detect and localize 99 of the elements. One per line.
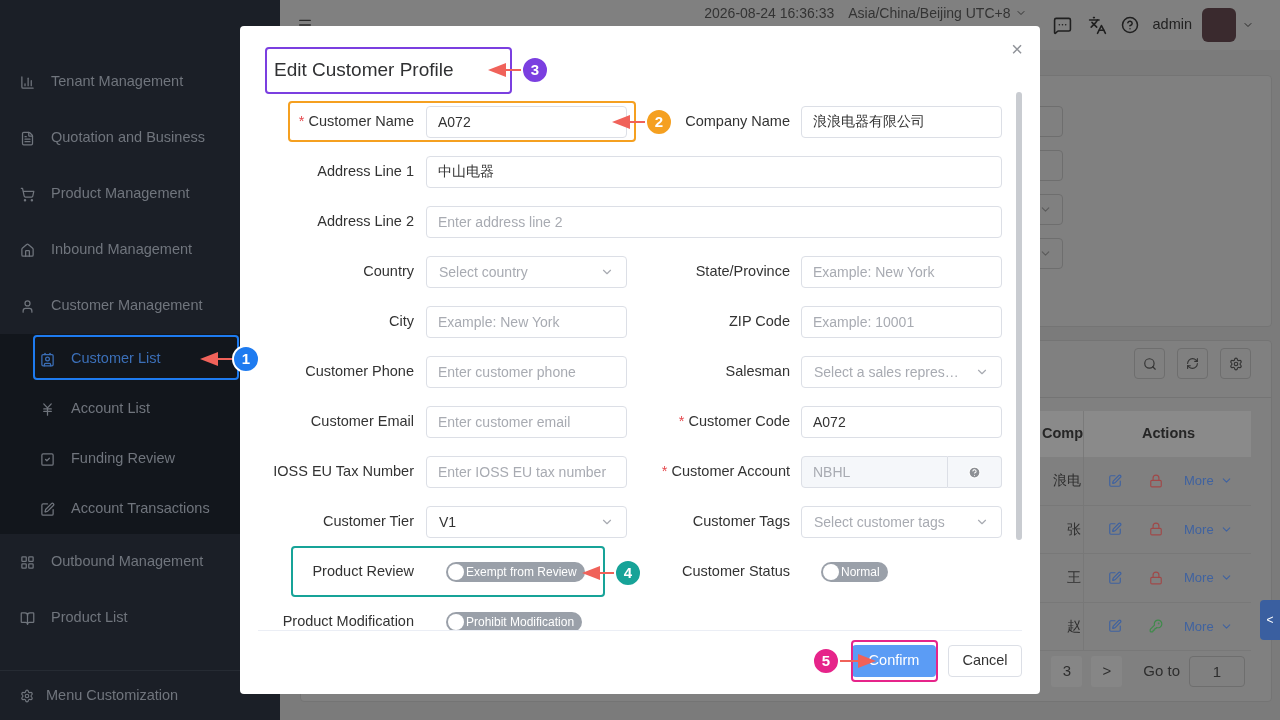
timezone-select[interactable]: Asia/China/Beijing UTC+8	[848, 5, 1027, 21]
book-icon	[20, 610, 35, 626]
contact-icon	[40, 351, 55, 367]
help-icon[interactable]	[1120, 16, 1139, 34]
padlock-icon[interactable]	[1149, 522, 1163, 537]
field-label: Customer Tier	[322, 512, 414, 532]
column-header: Actions	[1083, 411, 1251, 457]
pointer-arrow	[612, 115, 646, 129]
checkbox-icon	[40, 451, 55, 467]
settings-icon	[1228, 356, 1243, 371]
field-label: * Customer Code	[678, 412, 790, 432]
page-button[interactable]: 3	[1051, 656, 1083, 687]
field-label: Customer Email	[310, 412, 414, 432]
sidebar-subitem[interactable]: Account Transactions	[0, 484, 280, 534]
field-label: Product Review	[312, 562, 414, 582]
settings-icon[interactable]	[20, 688, 34, 703]
column-header: Comp	[1041, 424, 1083, 444]
bar-chart-icon	[20, 74, 35, 90]
cancel-button[interactable]: Cancel	[948, 645, 1022, 677]
edit-icon	[40, 501, 55, 517]
user-name[interactable]: admin	[1152, 14, 1192, 36]
table-cell-text: 张	[1066, 519, 1082, 539]
field-label: * Customer Name	[298, 112, 414, 132]
text-field[interactable]: Example: New York	[426, 306, 627, 338]
edit-icon[interactable]	[1108, 619, 1122, 634]
settings-button[interactable]	[1220, 348, 1251, 379]
toggle-switch[interactable]: Normal	[821, 562, 888, 582]
field-label: IOSS EU Tax Number	[273, 462, 414, 482]
document-icon	[20, 130, 35, 146]
text-field[interactable]: Example: 10001	[801, 306, 1002, 338]
select-field[interactable]: Select customer tags	[801, 506, 1002, 538]
pointer-arrow	[582, 566, 615, 580]
sidebar-item[interactable]: Product Management	[0, 166, 280, 222]
clock-text: 2026-08-24 16:36:33	[704, 5, 835, 21]
confirm-button[interactable]: Confirm	[852, 645, 936, 677]
search-icon	[1142, 356, 1157, 371]
edit-icon[interactable]	[1108, 522, 1122, 537]
cart-icon	[20, 186, 35, 202]
goto-label: Go to	[1143, 661, 1180, 682]
field-label: Product Modification	[282, 612, 414, 630]
field-label: Customer Tags	[692, 512, 790, 532]
menu-customization-link[interactable]: Menu Customization	[46, 684, 179, 707]
sidebar-item[interactable]: Inbound Management	[0, 222, 280, 278]
translate-icon[interactable]	[1087, 15, 1107, 35]
field-label: City	[389, 312, 414, 332]
text-field[interactable]: Enter customer phone	[426, 356, 627, 388]
help-addon[interactable]	[948, 456, 1002, 488]
field-label: Country	[363, 262, 414, 282]
grid-icon	[20, 554, 35, 570]
goto-input[interactable]: 1	[1189, 656, 1245, 687]
sidebar-item[interactable]: Product List	[0, 590, 280, 646]
edit-icon[interactable]	[1108, 473, 1122, 488]
pointer-arrow	[488, 63, 522, 77]
message-icon[interactable]	[1052, 15, 1072, 35]
field-label: Address Line 1	[317, 162, 414, 182]
toggle-switch[interactable]: Exempt from Review	[446, 562, 585, 582]
field-label: ZIP Code	[729, 312, 790, 332]
sidebar-item[interactable]: Quotation and Business	[0, 110, 280, 166]
field-label: Customer Status	[682, 562, 790, 582]
field-label: Address Line 2	[317, 212, 414, 232]
field-label: Company Name	[685, 112, 790, 132]
text-field[interactable]: A072	[801, 406, 1002, 438]
padlock-icon[interactable]	[1149, 570, 1163, 585]
select-field[interactable]: Select a sales repres…	[801, 356, 1002, 388]
help-icon	[968, 465, 981, 479]
field-label: Salesman	[725, 362, 790, 382]
field-label: Customer Phone	[305, 362, 414, 382]
house-icon	[20, 242, 35, 258]
table-cell-text: 浪电	[1052, 471, 1082, 491]
pointer-arrow	[200, 352, 233, 366]
select-field[interactable]: Select country	[426, 256, 627, 288]
side-tab[interactable]: <	[1260, 600, 1280, 640]
text-field[interactable]: 浪浪电器有限公司	[801, 106, 1002, 138]
dialog-title: Edit Customer Profile	[274, 59, 454, 80]
text-field[interactable]: Enter customer email	[426, 406, 627, 438]
field-label: State/Province	[695, 262, 790, 282]
select-field[interactable]: V1	[426, 506, 627, 538]
edit-icon[interactable]	[1108, 570, 1122, 585]
field-label: * Customer Account	[661, 462, 790, 482]
refresh-button[interactable]	[1177, 348, 1208, 379]
table-cell-text: 赵	[1066, 616, 1082, 636]
next-page-button[interactable]: >	[1091, 656, 1123, 687]
toggle-switch[interactable]: Prohibit Modification	[446, 612, 583, 630]
sidebar-subitem[interactable]: Account List	[0, 384, 280, 434]
refresh-icon	[1186, 357, 1199, 370]
close-button[interactable]: ×	[1011, 39, 1023, 59]
text-field[interactable]: 中山电器	[426, 156, 1002, 188]
user-icon	[20, 298, 35, 314]
text-field[interactable]: Enter IOSS EU tax number	[426, 456, 627, 488]
scrollbar[interactable]	[1016, 92, 1022, 540]
avatar-placeholder[interactable]	[1202, 8, 1236, 42]
table-cell-text: 王	[1066, 568, 1082, 588]
text-field[interactable]: Enter address line 2	[426, 206, 1002, 238]
sidebar-item[interactable]: Outbound Management	[0, 534, 280, 590]
search-button[interactable]	[1134, 348, 1165, 379]
padlock-icon[interactable]	[1149, 473, 1163, 488]
yen-icon	[40, 401, 55, 417]
text-field[interactable]: Example: New York	[801, 256, 1002, 288]
sidebar-item[interactable]: Customer Management	[0, 278, 280, 334]
